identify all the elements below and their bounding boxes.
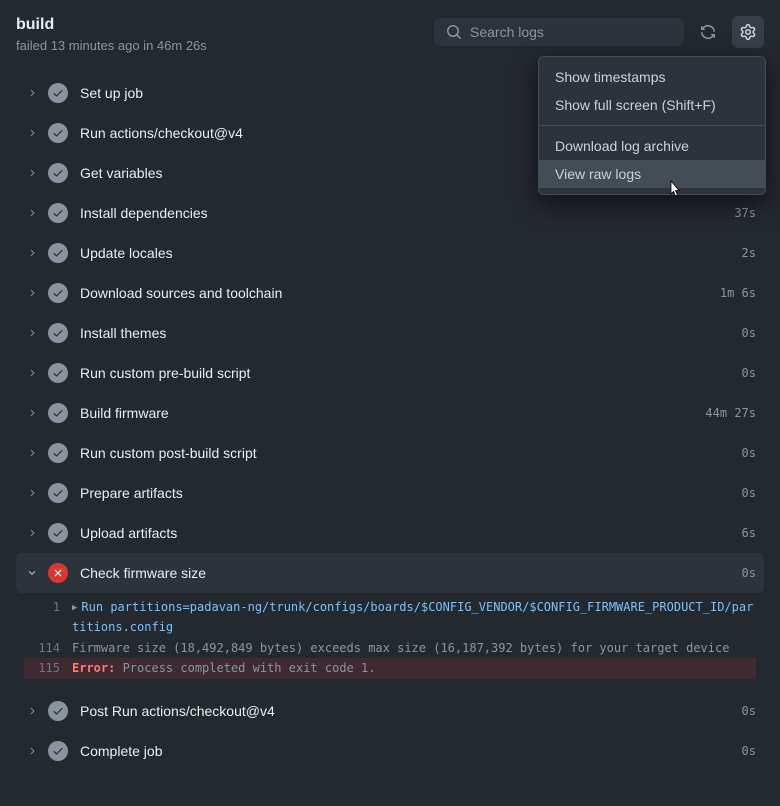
status-success-icon <box>48 123 68 143</box>
step-name: Post Run actions/checkout@v4 <box>80 703 742 719</box>
status-success-icon <box>48 701 68 721</box>
step-name: Run custom pre-build script <box>80 365 742 381</box>
status-success-icon <box>48 443 68 463</box>
settings-dropdown: Show timestamps Show full screen (Shift+… <box>538 56 766 195</box>
sync-icon <box>700 24 716 40</box>
log-line-number: 1 <box>24 597 72 638</box>
status-success-icon <box>48 163 68 183</box>
job-subtitle: failed 13 minutes ago in 46m 26s <box>16 38 434 53</box>
step-row[interactable]: Update locales2s <box>16 233 764 273</box>
chevron-right-icon <box>24 208 40 218</box>
rerun-button[interactable] <box>692 16 724 48</box>
status-failure-icon <box>48 563 68 583</box>
status-success-icon <box>48 483 68 503</box>
chevron-right-icon <box>24 448 40 458</box>
step-duration: 0s <box>742 326 756 340</box>
menu-show-full-screen[interactable]: Show full screen (Shift+F) <box>539 91 765 119</box>
step-name: Update locales <box>80 245 742 261</box>
step-duration: 0s <box>742 704 756 718</box>
step-row[interactable]: Post Run actions/checkout@v40s <box>16 691 764 731</box>
log-text: ▶Run partitions=padavan-ng/trunk/configs… <box>72 597 756 638</box>
log-text: Error: Process completed with exit code … <box>72 658 756 678</box>
step-name: Install dependencies <box>80 205 734 221</box>
step-row[interactable]: Upload artifacts6s <box>16 513 764 553</box>
step-name: Install themes <box>80 325 742 341</box>
chevron-right-icon <box>24 368 40 378</box>
chevron-right-icon <box>24 328 40 338</box>
step-row[interactable]: Install dependencies37s <box>16 193 764 233</box>
step-row[interactable]: Check firmware size0s <box>16 553 764 593</box>
chevron-right-icon <box>24 746 40 756</box>
log-line-number: 114 <box>24 638 72 658</box>
step-name: Complete job <box>80 743 742 759</box>
step-name: Run custom post-build script <box>80 445 742 461</box>
step-name: Upload artifacts <box>80 525 742 541</box>
step-name: Download sources and toolchain <box>80 285 720 301</box>
chevron-right-icon <box>24 248 40 258</box>
step-duration: 0s <box>742 446 756 460</box>
caret-right-icon[interactable]: ▶ <box>72 601 77 616</box>
step-name: Prepare artifacts <box>80 485 742 501</box>
menu-download-log-archive[interactable]: Download log archive <box>539 132 765 160</box>
chevron-right-icon <box>24 168 40 178</box>
step-row[interactable]: Complete job0s <box>16 731 764 771</box>
chevron-right-icon <box>24 408 40 418</box>
step-name: Build firmware <box>80 405 705 421</box>
step-duration: 0s <box>742 366 756 380</box>
status-success-icon <box>48 403 68 423</box>
search-field[interactable] <box>470 24 672 40</box>
step-duration: 6s <box>742 526 756 540</box>
menu-show-timestamps[interactable]: Show timestamps <box>539 63 765 91</box>
step-row[interactable]: Download sources and toolchain1m 6s <box>16 273 764 313</box>
status-success-icon <box>48 283 68 303</box>
step-duration: 0s <box>742 566 756 580</box>
status-success-icon <box>48 741 68 761</box>
log-header: build failed 13 minutes ago in 46m 26s <box>16 16 764 53</box>
step-duration: 44m 27s <box>705 406 756 420</box>
chevron-right-icon <box>24 88 40 98</box>
step-row[interactable]: Install themes0s <box>16 313 764 353</box>
status-success-icon <box>48 523 68 543</box>
settings-button[interactable] <box>732 16 764 48</box>
log-line: 1▶Run partitions=padavan-ng/trunk/config… <box>24 597 756 638</box>
log-line: 114Firmware size (18,492,849 bytes) exce… <box>24 638 756 658</box>
step-row[interactable]: Prepare artifacts0s <box>16 473 764 513</box>
search-icon <box>446 24 462 40</box>
search-logs-input[interactable] <box>434 18 684 46</box>
status-success-icon <box>48 203 68 223</box>
chevron-right-icon <box>24 128 40 138</box>
status-success-icon <box>48 83 68 103</box>
chevron-down-icon <box>24 568 40 578</box>
status-success-icon <box>48 243 68 263</box>
step-duration: 0s <box>742 486 756 500</box>
step-row[interactable]: Build firmware44m 27s <box>16 393 764 433</box>
log-line-number: 115 <box>24 658 72 678</box>
chevron-right-icon <box>24 706 40 716</box>
step-name: Check firmware size <box>80 565 742 581</box>
gear-icon <box>740 24 756 40</box>
step-duration: 37s <box>734 206 756 220</box>
step-duration: 2s <box>742 246 756 260</box>
log-output: 1▶Run partitions=padavan-ng/trunk/config… <box>16 593 764 691</box>
log-text: Firmware size (18,492,849 bytes) exceeds… <box>72 638 756 658</box>
chevron-right-icon <box>24 488 40 498</box>
step-duration: 0s <box>742 744 756 758</box>
status-success-icon <box>48 323 68 343</box>
log-line: 115Error: Process completed with exit co… <box>24 658 756 678</box>
step-duration: 1m 6s <box>720 286 756 300</box>
menu-view-raw-logs[interactable]: View raw logs <box>539 160 765 188</box>
chevron-right-icon <box>24 288 40 298</box>
status-success-icon <box>48 363 68 383</box>
job-title: build <box>16 16 434 34</box>
step-row[interactable]: Run custom pre-build script0s <box>16 353 764 393</box>
step-row[interactable]: Run custom post-build script0s <box>16 433 764 473</box>
chevron-right-icon <box>24 528 40 538</box>
